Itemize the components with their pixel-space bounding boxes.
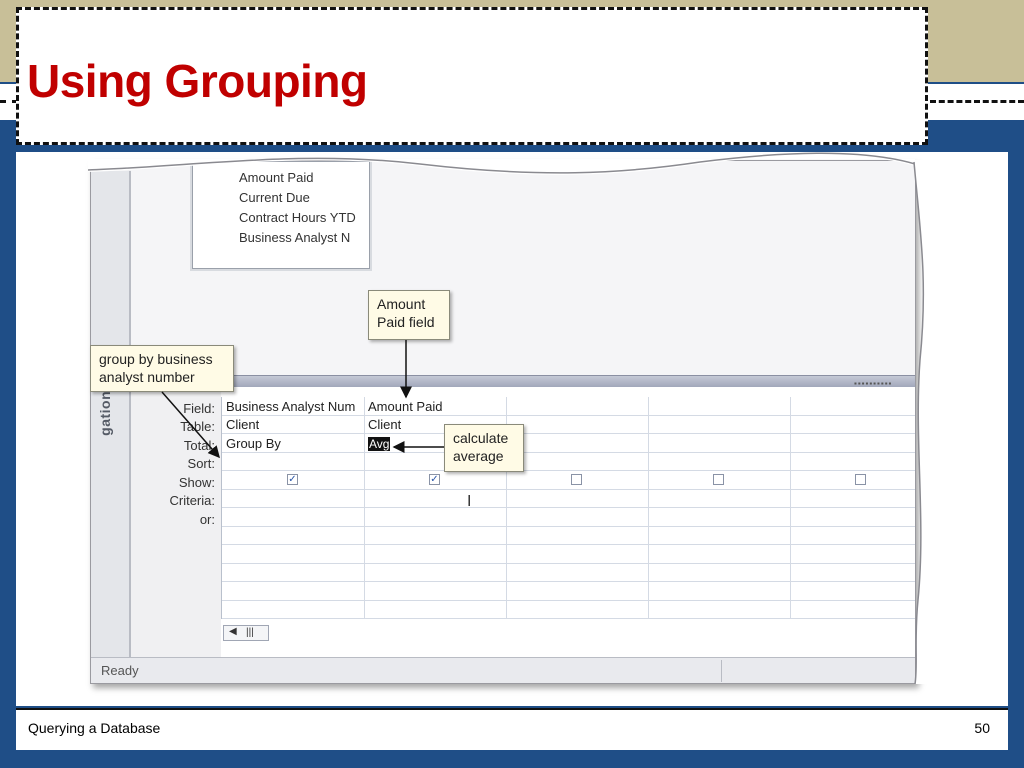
grid-cell-table[interactable]: Client bbox=[368, 417, 401, 432]
grid-column-divider bbox=[364, 397, 365, 619]
row-label-table: Table: bbox=[180, 419, 215, 434]
callout-calculate-average: calculate average bbox=[444, 424, 524, 472]
field-list-item[interactable]: Current Due bbox=[239, 190, 363, 205]
grid-column-divider bbox=[790, 397, 791, 619]
grid-row bbox=[222, 545, 915, 564]
slide-footer: Querying a Database 50 bbox=[16, 708, 1008, 750]
row-label-criteria: Criteria: bbox=[169, 493, 215, 508]
grid-column-divider bbox=[648, 397, 649, 619]
callout-text: Amount bbox=[377, 296, 426, 312]
callout-text: analyst number bbox=[99, 369, 195, 385]
grid-row bbox=[222, 582, 915, 601]
row-label-sort: Sort: bbox=[187, 456, 215, 471]
field-list[interactable]: Amount Paid Current Due Contract Hours Y… bbox=[192, 161, 370, 269]
grid-cell-table[interactable]: Client bbox=[226, 417, 259, 432]
grid-row bbox=[222, 452, 915, 471]
grid-cell-field[interactable]: Amount Paid bbox=[368, 399, 442, 414]
access-window: Amount Paid Current Due Contract Hours Y… bbox=[90, 160, 916, 684]
grid-row bbox=[222, 415, 915, 434]
grid-row bbox=[222, 508, 915, 527]
callout-amount-paid-field: Amount Paid field bbox=[368, 290, 450, 340]
callout-text: average bbox=[453, 448, 504, 464]
row-label-field: Field: bbox=[183, 401, 215, 416]
grid-row bbox=[222, 489, 915, 508]
row-label-show: Show: bbox=[178, 475, 215, 490]
status-divider bbox=[721, 660, 722, 682]
grid-row bbox=[222, 600, 915, 619]
row-label-or: or: bbox=[199, 512, 215, 527]
grid-cell-total[interactable]: Group By bbox=[226, 436, 281, 451]
grid-row bbox=[222, 434, 915, 453]
slide-title: Using Grouping bbox=[27, 55, 368, 107]
show-checkbox[interactable] bbox=[571, 474, 582, 485]
callout-group-by: group by business analyst number bbox=[90, 345, 234, 392]
footer-title: Querying a Database bbox=[28, 720, 161, 736]
grid-row bbox=[222, 471, 915, 490]
status-text: Ready bbox=[101, 663, 139, 678]
field-list-item[interactable]: Contract Hours YTD bbox=[239, 210, 363, 225]
callout-text: group by business bbox=[99, 351, 213, 367]
grid-row bbox=[222, 526, 915, 545]
scroll-left-icon[interactable]: ◀ bbox=[229, 626, 237, 637]
text-cursor-icon: I bbox=[467, 493, 472, 510]
row-labels: Field: Table: Total: Sort: Show: Criteri… bbox=[131, 387, 221, 657]
horizontal-scrollbar[interactable]: ◀ ||| bbox=[223, 625, 269, 641]
show-checkbox[interactable]: ✓ bbox=[429, 474, 440, 485]
show-checkbox[interactable] bbox=[855, 474, 866, 485]
callout-text: calculate bbox=[453, 430, 509, 446]
field-list-item[interactable]: Business Analyst N bbox=[239, 230, 363, 245]
grid-cell-field[interactable]: Business Analyst Num bbox=[226, 399, 362, 414]
design-grid: Business Analyst Num Client Group By ✓ A… bbox=[221, 397, 915, 619]
dashed-line-right bbox=[930, 100, 1024, 103]
scroll-thumb-icon[interactable]: ||| bbox=[246, 627, 254, 638]
status-bar: Ready bbox=[91, 657, 915, 683]
grid-cell-total-selected[interactable]: Avg bbox=[368, 437, 391, 451]
navigation-pane[interactable]: gation Pane bbox=[91, 171, 131, 657]
show-checkbox[interactable] bbox=[713, 474, 724, 485]
show-checkbox[interactable]: ✓ bbox=[287, 474, 298, 485]
grid-row bbox=[222, 563, 915, 582]
page-number: 50 bbox=[974, 720, 990, 736]
row-label-total: Total: bbox=[183, 438, 215, 453]
field-list-item[interactable]: Amount Paid bbox=[239, 170, 363, 185]
callout-text: Paid field bbox=[377, 314, 435, 330]
